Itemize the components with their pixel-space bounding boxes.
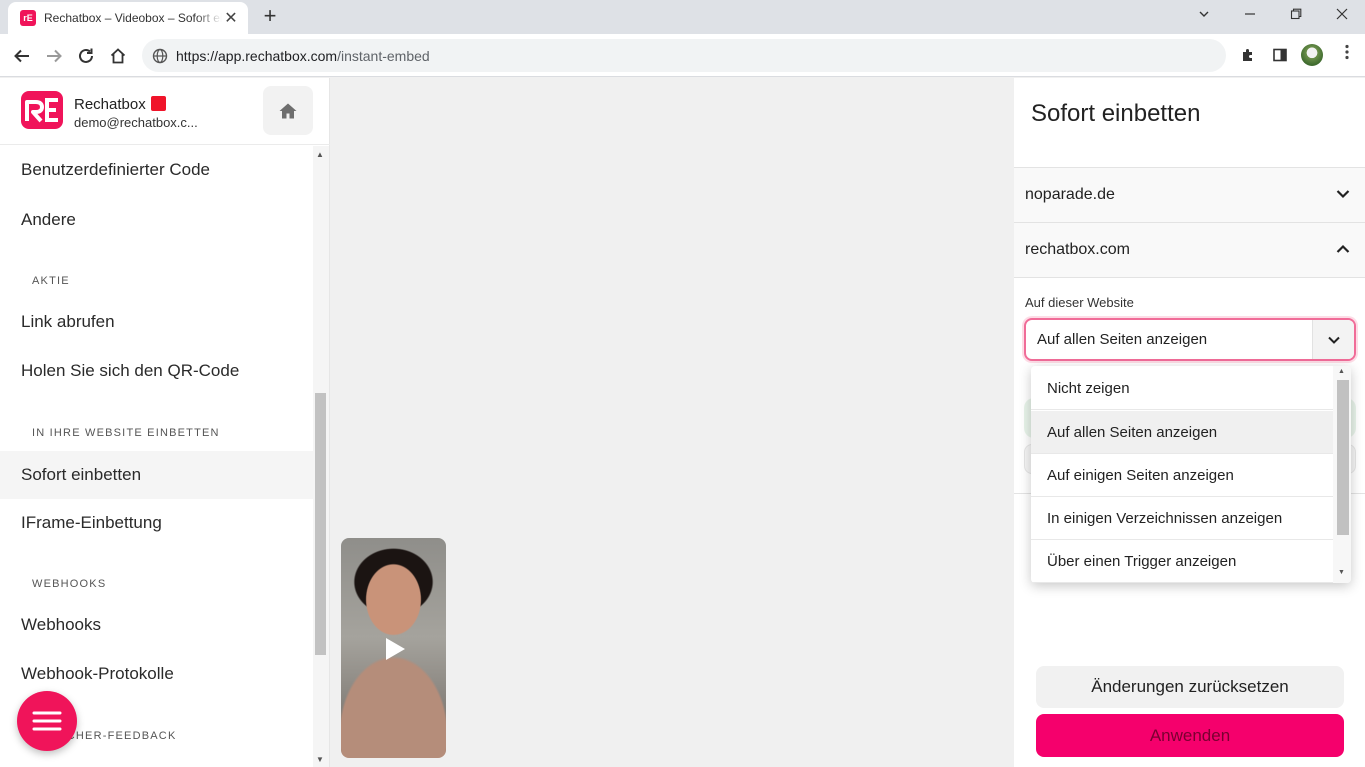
status-flag-icon: [150, 96, 166, 111]
display-options-dropdown: Nicht zeigen Auf allen Seiten anzeigen A…: [1031, 366, 1351, 583]
sidebar-item-custom-code[interactable]: Benutzerdefinierter Code: [0, 146, 313, 194]
tab-search-icon[interactable]: [1182, 3, 1226, 29]
tab-title: Rechatbox – Videobox – Sofort einbetten: [44, 11, 222, 25]
panel-title: Sofort einbetten: [1031, 100, 1201, 127]
back-arrow-icon[interactable]: [8, 42, 36, 70]
display-field-label: Auf dieser Website: [1025, 295, 1134, 310]
extensions-puzzle-icon[interactable]: [1237, 44, 1259, 66]
browser-menu-icon[interactable]: [1340, 44, 1354, 66]
fab-menu-button[interactable]: [17, 691, 77, 751]
forward-arrow-icon[interactable]: [40, 42, 68, 70]
browser-tab-bar: rE Rechatbox – Videobox – Sofort einbett…: [0, 0, 1365, 34]
house-icon: [279, 103, 297, 118]
scroll-down-arrow-icon[interactable]: ▼: [1338, 569, 1345, 576]
address-bar[interactable]: https://app.rechatbox.com/instant-embed: [142, 39, 1226, 72]
sidebar-scrollbar-thumb[interactable]: [315, 393, 326, 655]
option-show-all-pages[interactable]: Auf allen Seiten anzeigen: [1031, 411, 1333, 454]
select-value: Auf allen Seiten anzeigen: [1037, 331, 1208, 348]
dropdown-scrollbar-thumb[interactable]: [1337, 380, 1349, 535]
sidebar: Rechatbox demo@rechatbox.c... Benutzerde…: [0, 78, 330, 767]
brand-name: Rechatbox: [74, 96, 166, 113]
sidebar-item-other[interactable]: Andere: [0, 196, 313, 244]
brand-email: demo@rechatbox.c...: [74, 115, 198, 130]
accordion-label: rechatbox.com: [1025, 241, 1130, 258]
chevron-up-icon: [1336, 244, 1350, 253]
rechatbox-logo: [21, 91, 63, 129]
new-tab-button[interactable]: +: [258, 5, 282, 29]
scroll-down-arrow-icon[interactable]: ▼: [316, 755, 324, 764]
favicon: rE: [20, 10, 36, 26]
sidebar-item-instant-embed[interactable]: Sofort einbetten: [0, 451, 313, 499]
home-icon[interactable]: [104, 42, 132, 70]
accordion-domain-rechatbox[interactable]: rechatbox.com: [1014, 223, 1365, 278]
browser-toolbar: https://app.rechatbox.com/instant-embed: [0, 34, 1365, 77]
brand-header: Rechatbox demo@rechatbox.c...: [0, 78, 330, 145]
scroll-up-arrow-icon[interactable]: ▲: [316, 150, 324, 159]
accordion-label: noparade.de: [1025, 186, 1115, 203]
sidebar-scrollbar[interactable]: ▲ ▼: [313, 146, 329, 767]
url-text: https://app.rechatbox.com/instant-embed: [176, 47, 430, 64]
section-heading-embed: IN IHRE WEBSITE EINBETTEN: [32, 427, 220, 439]
accordion-domain-noparade[interactable]: noparade.de: [1014, 168, 1365, 223]
reload-icon[interactable]: [72, 42, 100, 70]
sidebar-item-iframe-embed[interactable]: IFrame-Einbettung: [0, 499, 313, 547]
close-window-icon[interactable]: [1320, 3, 1364, 29]
option-do-not-show[interactable]: Nicht zeigen: [1031, 367, 1333, 410]
hamburger-icon: [32, 711, 62, 731]
option-show-some-pages[interactable]: Auf einigen Seiten anzeigen: [1031, 454, 1333, 497]
video-preview-card[interactable]: [341, 538, 446, 758]
reset-changes-button[interactable]: Änderungen zurücksetzen: [1036, 666, 1344, 708]
display-select[interactable]: Auf allen Seiten anzeigen: [1024, 318, 1356, 361]
dropdown-scrollbar[interactable]: ▲ ▼: [1333, 366, 1351, 583]
globe-icon: [152, 48, 168, 63]
close-tab-icon[interactable]: ✕: [222, 8, 240, 28]
section-heading-webhooks: WEBHOOKS: [32, 578, 107, 590]
select-chevron-down-icon[interactable]: [1312, 320, 1354, 359]
browser-tab[interactable]: rE Rechatbox – Videobox – Sofort einbett…: [8, 2, 248, 34]
section-heading-share: AKTIE: [32, 275, 70, 287]
profile-avatar[interactable]: [1301, 44, 1323, 66]
scroll-up-arrow-icon[interactable]: ▲: [1338, 368, 1345, 375]
option-show-via-trigger[interactable]: Über einen Trigger anzeigen: [1031, 540, 1333, 583]
sidebar-item-get-link[interactable]: Link abrufen: [0, 298, 313, 346]
option-show-some-directories[interactable]: In einigen Verzeichnissen anzeigen: [1031, 497, 1333, 540]
play-icon[interactable]: [383, 636, 407, 662]
chevron-down-icon: [1336, 190, 1350, 199]
sidebar-item-webhooks[interactable]: Webhooks: [0, 601, 313, 649]
sidebar-menu: Benutzerdefinierter Code Andere AKTIE Li…: [0, 146, 313, 767]
side-panel-icon[interactable]: [1269, 44, 1291, 66]
home-button[interactable]: [263, 86, 313, 135]
sidebar-item-qr-code[interactable]: Holen Sie sich den QR-Code: [0, 347, 313, 395]
minimize-icon[interactable]: [1228, 3, 1272, 29]
restore-icon[interactable]: [1274, 3, 1318, 29]
apply-button[interactable]: Anwenden: [1036, 714, 1344, 757]
